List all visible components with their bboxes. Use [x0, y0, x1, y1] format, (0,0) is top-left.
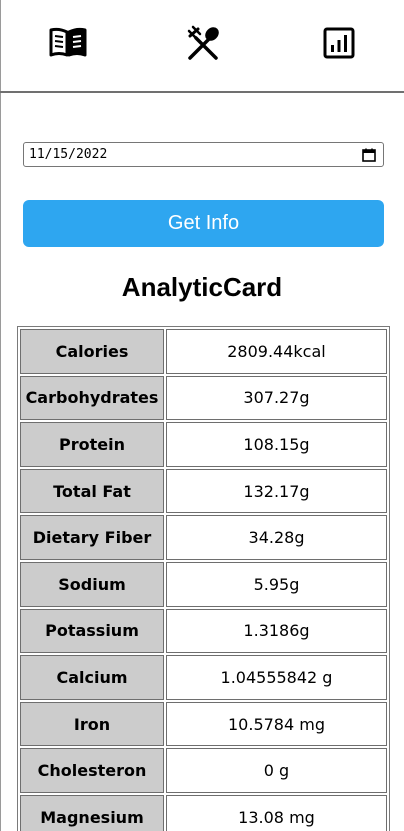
left-border	[0, 0, 1, 831]
table-row: Potassium 1.3186g	[20, 608, 387, 654]
nutrient-label: Sodium	[20, 561, 164, 607]
nutrient-value: 132.17g	[166, 468, 387, 514]
table-row: Dietary Fiber 34.28g	[20, 515, 387, 560]
page: 11/15/2022 Get Info AnalyticCard Calorie…	[0, 0, 404, 831]
top-navigation	[0, 0, 404, 93]
nav-analytics-button[interactable]	[319, 23, 359, 63]
nutrient-label: Carbohydrates	[20, 375, 164, 421]
nutrient-value: 10.5784 mg	[166, 701, 387, 747]
table-row: Total Fat 132.17g	[20, 468, 387, 514]
table-row: Cholesteron 0 g	[20, 748, 387, 793]
nutrient-value: 13.08 mg	[166, 794, 387, 831]
nav-book-button[interactable]	[48, 23, 88, 63]
book-icon	[49, 27, 87, 57]
table-row: Protein 108.15g	[20, 422, 387, 467]
get-info-button[interactable]: Get Info	[23, 200, 384, 247]
card-title: AnalyticCard	[121, 272, 283, 302]
nutrient-label: Calcium	[20, 655, 164, 700]
nutrient-label: Protein	[20, 422, 164, 467]
fork-spoon-icon	[187, 25, 219, 60]
nutrient-value: 2809.44kcal	[166, 329, 387, 374]
nutrient-value: 108.15g	[166, 422, 387, 467]
nutrient-label: Dietary Fiber	[20, 515, 164, 560]
analytics-icon	[323, 27, 355, 59]
nutrient-value: 0 g	[166, 748, 387, 793]
nutrient-value: 34.28g	[166, 515, 387, 560]
nutrient-label: Calories	[20, 329, 164, 374]
table-row: Iron 10.5784 mg	[20, 701, 387, 747]
date-input[interactable]: 11/15/2022	[23, 142, 384, 167]
calendar-icon[interactable]	[358, 144, 380, 166]
nutrient-label: Magnesium	[20, 794, 164, 831]
nutrient-label: Iron	[20, 701, 164, 747]
nutrient-label: Cholesteron	[20, 748, 164, 793]
nutrient-label: Total Fat	[20, 468, 164, 514]
nutrient-value: 1.04555842 g	[166, 655, 387, 700]
nutrient-value: 307.27g	[166, 375, 387, 421]
nav-food-button[interactable]	[183, 23, 223, 63]
nutrient-value: 1.3186g	[166, 608, 387, 654]
date-input-value: 11/15/2022	[29, 147, 108, 162]
analytic-card-table: Calories 2809.44kcal Carbohydrates 307.2…	[17, 326, 390, 831]
table-row: Sodium 5.95g	[20, 561, 387, 607]
table-row: Magnesium 13.08 mg	[20, 794, 387, 831]
nutrient-value: 5.95g	[166, 561, 387, 607]
table-row: Carbohydrates 307.27g	[20, 375, 387, 421]
table-row: Calcium 1.04555842 g	[20, 655, 387, 700]
table-row: Calories 2809.44kcal	[20, 329, 387, 374]
nutrient-label: Potassium	[20, 608, 164, 654]
